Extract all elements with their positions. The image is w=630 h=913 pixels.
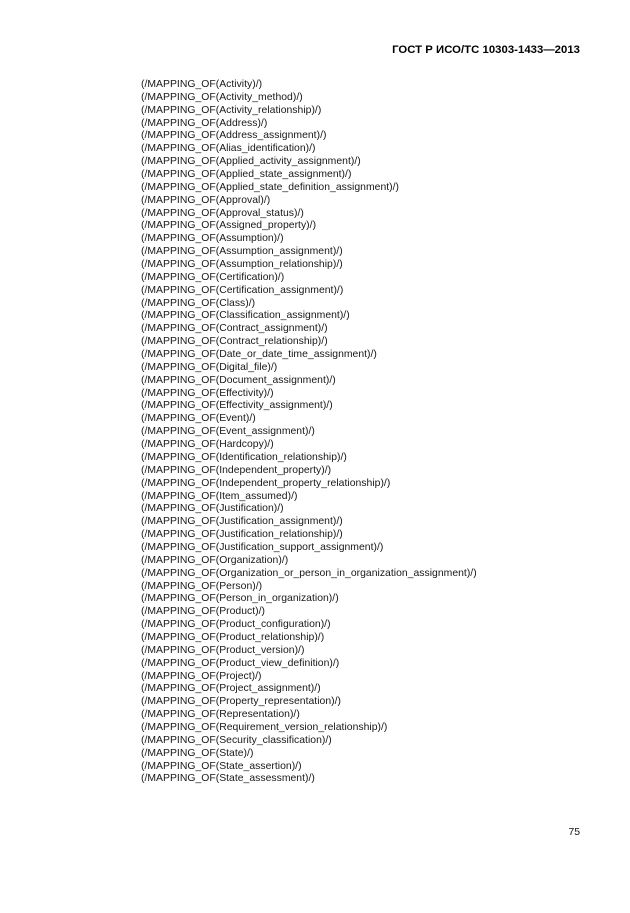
- mapping-line: (/MAPPING_OF(Class)/): [141, 297, 256, 309]
- mapping-line: (/MAPPING_OF(Hardcopy)/): [141, 439, 274, 451]
- mapping-line: (/MAPPING_OF(Approval_status)/): [141, 207, 304, 219]
- mapping-line: (/MAPPING_OF(Certification)/): [141, 271, 285, 283]
- mapping-line: (/MAPPING_OF(Identification_relationship…: [141, 451, 347, 463]
- mapping-line: (/MAPPING_OF(Applied_activity_assignment…: [141, 156, 361, 168]
- mapping-line: (/MAPPING_OF(Applied_state_assignment)/): [141, 169, 352, 181]
- mapping-line: (/MAPPING_OF(Independent_property_relati…: [141, 477, 391, 489]
- mapping-line: (/MAPPING_OF(Contract_assignment)/): [141, 323, 328, 335]
- page-header-standard-title: ГОСТ Р ИСО/ТС 10303-1433—2013: [392, 44, 580, 56]
- mapping-line: (/MAPPING_OF(Address_assignment)/): [141, 130, 327, 142]
- mapping-line: (/MAPPING_OF(Effectivity)/): [141, 387, 274, 399]
- mapping-list: (/MAPPING_OF(Activity)/) (/MAPPING_OF(Act…: [141, 79, 581, 786]
- mapping-line: (/MAPPING_OF(Event_assignment)/): [141, 426, 315, 438]
- mapping-line: (/MAPPING_OF(Date_or_date_time_assignmen…: [141, 349, 377, 361]
- mapping-line: (/MAPPING_OF(Activity_method)/): [141, 91, 303, 103]
- mapping-line: (/MAPPING_OF(Certification_assignment)/): [141, 284, 344, 296]
- mapping-line: (/MAPPING_OF(Digital_file)/): [141, 361, 278, 373]
- mapping-line: (/MAPPING_OF(Address)/): [141, 117, 268, 129]
- document-page: ГОСТ Р ИСО/ТС 10303-1433—2013 (/MAPPING_…: [0, 0, 630, 913]
- mapping-line: (/MAPPING_OF(Justification_assignment)/): [141, 516, 343, 528]
- mapping-line: (/MAPPING_OF(Independent_property)/): [141, 464, 332, 476]
- mapping-line: (/MAPPING_OF(Property_representation)/): [141, 696, 341, 708]
- mapping-line: (/MAPPING_OF(Justification_relationship)…: [141, 529, 343, 541]
- mapping-line: (/MAPPING_OF(State)/): [141, 747, 254, 759]
- mapping-line: (/MAPPING_OF(Contract_relationship)/): [141, 336, 328, 348]
- mapping-line: (/MAPPING_OF(Product_version)/): [141, 644, 305, 656]
- mapping-line: (/MAPPING_OF(Event)/): [141, 413, 256, 425]
- mapping-line: (/MAPPING_OF(Project)/): [141, 670, 262, 682]
- page-number: 75: [568, 827, 580, 838]
- mapping-line: (/MAPPING_OF(Document_assignment)/): [141, 374, 336, 386]
- mapping-line: (/MAPPING_OF(Assumption_assignment)/): [141, 246, 343, 258]
- mapping-line: (/MAPPING_OF(Product)/): [141, 606, 266, 618]
- mapping-line: (/MAPPING_OF(Approval)/): [141, 194, 271, 206]
- mapping-line: (/MAPPING_OF(Assigned_property)/): [141, 220, 317, 232]
- mapping-line: (/MAPPING_OF(Requirement_version_relatio…: [141, 721, 388, 733]
- mapping-line: (/MAPPING_OF(Assumption)/): [141, 233, 284, 245]
- mapping-line: (/MAPPING_OF(Project_assignment)/): [141, 683, 321, 695]
- mapping-line: (/MAPPING_OF(Assumption_relationship)/): [141, 259, 343, 271]
- mapping-line: (/MAPPING_OF(State_assessment)/): [141, 773, 315, 785]
- mapping-line: (/MAPPING_OF(Effectivity_assignment)/): [141, 400, 333, 412]
- mapping-line: (/MAPPING_OF(Person)/): [141, 580, 263, 592]
- mapping-line: (/MAPPING_OF(Activity_relationship)/): [141, 104, 322, 116]
- mapping-line: (/MAPPING_OF(Organization_or_person_in_o…: [141, 567, 477, 579]
- mapping-line: (/MAPPING_OF(Product_view_definition)/): [141, 657, 340, 669]
- mapping-line: (/MAPPING_OF(Alias_identification)/): [141, 143, 316, 155]
- mapping-line: (/MAPPING_OF(Item_assumed)/): [141, 490, 298, 502]
- mapping-line: (/MAPPING_OF(Justification)/): [141, 503, 284, 515]
- mapping-line: (/MAPPING_OF(State_assertion)/): [141, 760, 302, 772]
- mapping-line: (/MAPPING_OF(Applied_state_definition_as…: [141, 181, 400, 193]
- mapping-line: (/MAPPING_OF(Activity)/): [141, 79, 263, 90]
- mapping-line: (/MAPPING_OF(Representation)/): [141, 709, 300, 721]
- mapping-line: (/MAPPING_OF(Product_relationship)/): [141, 631, 325, 643]
- mapping-line: (/MAPPING_OF(Justification_support_assig…: [141, 541, 384, 553]
- mapping-line: (/MAPPING_OF(Person_in_organization)/): [141, 593, 339, 605]
- mapping-line: (/MAPPING_OF(Classification_assignment)/…: [141, 310, 350, 322]
- mapping-line: (/MAPPING_OF(Security_classification)/): [141, 734, 332, 746]
- mapping-line: (/MAPPING_OF(Product_configuration)/): [141, 619, 331, 631]
- mapping-line: (/MAPPING_OF(Organization)/): [141, 554, 289, 566]
